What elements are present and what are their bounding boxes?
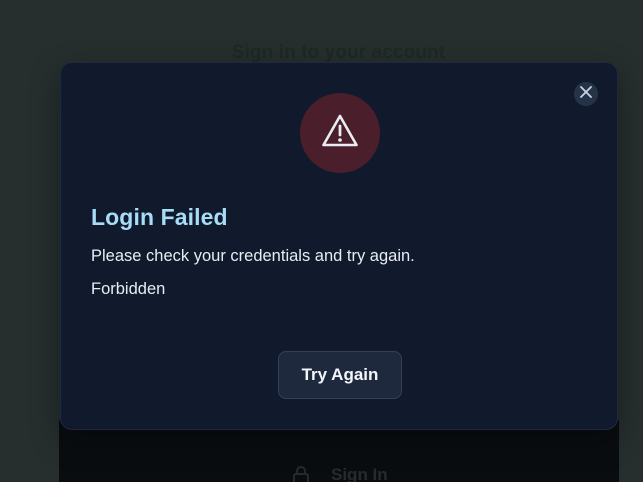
close-icon	[579, 85, 593, 104]
try-again-button[interactable]: Try Again	[278, 351, 402, 399]
dialog-message: Please check your credentials and try ag…	[91, 247, 415, 265]
dialog-title: Login Failed	[91, 204, 228, 230]
warning-icon	[321, 113, 359, 154]
close-button[interactable]	[574, 82, 598, 106]
error-detail: Forbidden	[91, 280, 166, 298]
error-dialog: Login Failed Please check your credentia…	[60, 62, 618, 430]
warning-badge	[300, 93, 380, 173]
